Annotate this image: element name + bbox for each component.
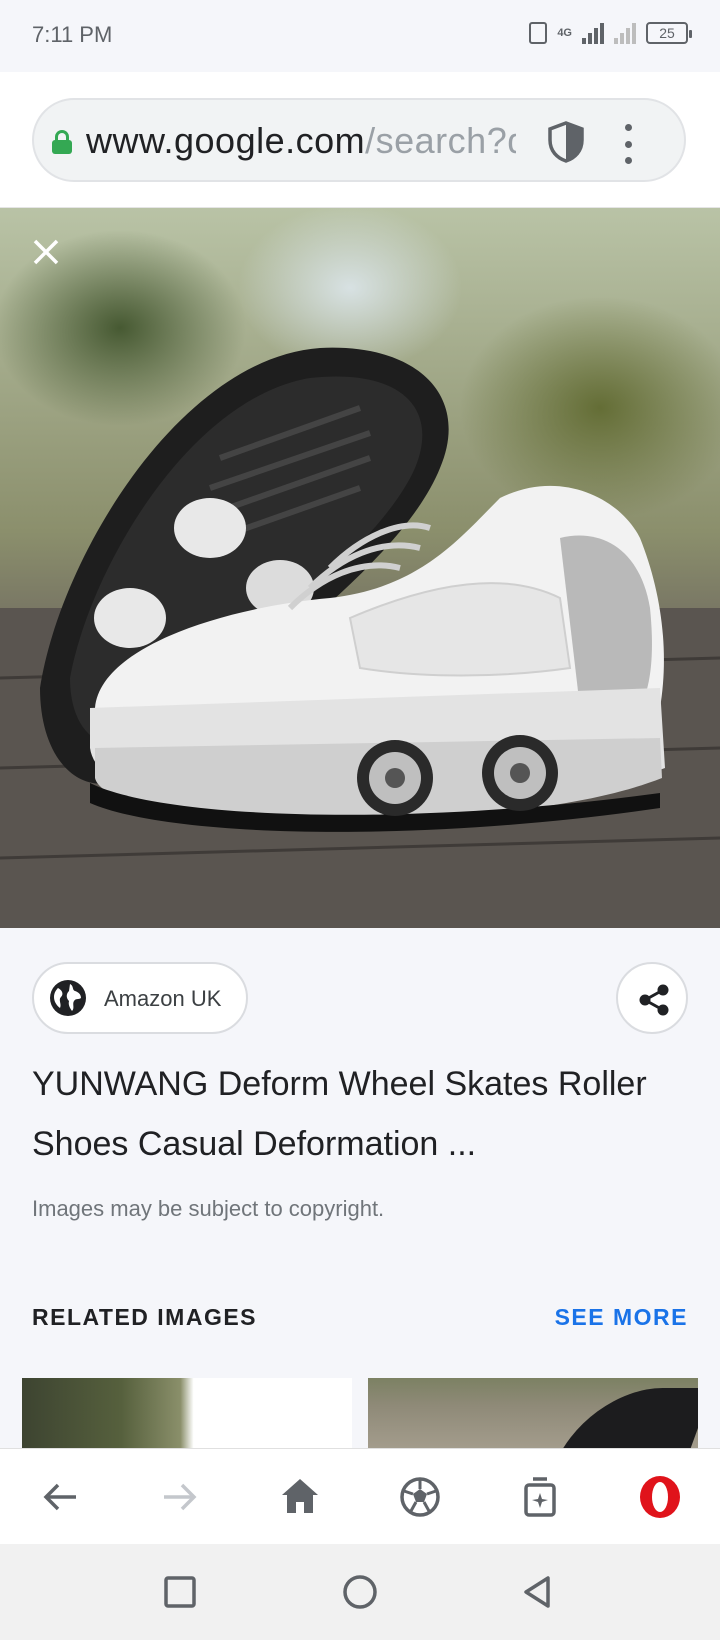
share-icon (639, 984, 669, 1016)
signal-icon (582, 22, 604, 44)
lock-icon[interactable] (52, 130, 72, 154)
globe-icon (50, 980, 86, 1016)
result-title[interactable]: YUNWANG Deform Wheel Skates Roller Shoes… (32, 1054, 682, 1174)
see-more-link[interactable]: SEE MORE (555, 1304, 688, 1331)
home-icon[interactable] (276, 1473, 324, 1521)
url-host: www.google.com (86, 120, 366, 161)
url-text[interactable]: www.google.com/search?q (86, 120, 516, 164)
home-circle-icon[interactable] (340, 1572, 380, 1612)
more-options-icon[interactable] (620, 124, 636, 164)
related-image-thumbnail[interactable] (22, 1378, 352, 1448)
shield-icon[interactable] (546, 120, 586, 164)
share-button[interactable] (616, 962, 688, 1034)
result-image[interactable] (0, 208, 720, 928)
network-type: 4G (557, 26, 572, 39)
related-image-thumbnail[interactable] (368, 1378, 698, 1448)
url-path: /search?q (365, 120, 516, 161)
browser-url-bar: www.google.com/search?q (0, 72, 720, 208)
arrow-back-icon[interactable] (36, 1473, 84, 1521)
signal-secondary-icon (614, 22, 636, 44)
battery-icon: 25 (646, 22, 692, 44)
soccer-ball-icon[interactable] (396, 1473, 444, 1521)
status-time: 7:11 PM (32, 22, 113, 47)
copyright-note: Images may be subject to copyright. (32, 1196, 385, 1221)
close-icon[interactable] (26, 232, 66, 272)
tabs-icon[interactable] (516, 1473, 564, 1521)
source-label: Amazon UK (104, 986, 222, 1011)
arrow-forward-icon[interactable] (156, 1473, 204, 1521)
status-bar: 7:11 PM 4G 25 (0, 0, 720, 72)
browser-toolbar (0, 1448, 720, 1544)
related-images-heading: RELATED IMAGES (32, 1304, 258, 1330)
battery-level: 25 (659, 25, 675, 41)
system-navigation-bar (0, 1544, 720, 1640)
source-chip[interactable]: Amazon UK (32, 962, 248, 1034)
back-triangle-icon[interactable] (518, 1572, 558, 1612)
status-icons: 4G 25 (529, 22, 692, 44)
opera-logo-icon[interactable] (636, 1473, 684, 1521)
recent-apps-icon[interactable] (160, 1572, 200, 1612)
address-field[interactable]: www.google.com/search?q (32, 98, 686, 182)
vibrate-icon (529, 22, 548, 44)
shoe-image (0, 347, 720, 928)
